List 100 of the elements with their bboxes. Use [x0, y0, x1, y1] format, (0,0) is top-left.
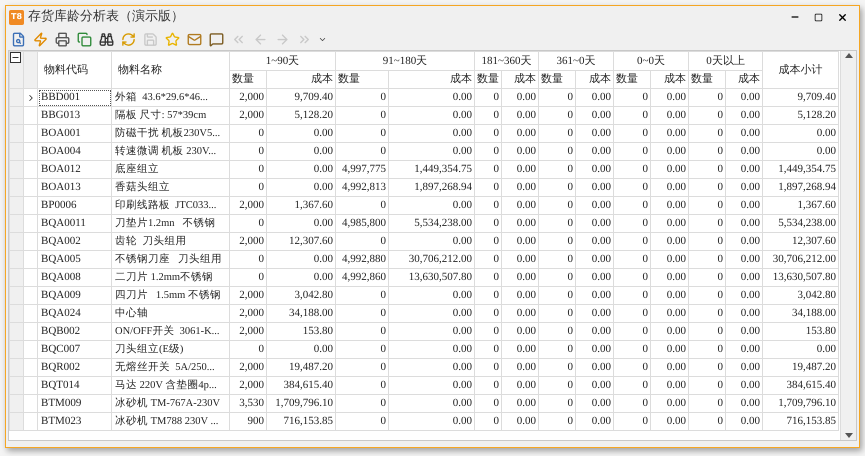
table-cell: 0.00 — [576, 88, 614, 106]
table-cell: 0.00 — [726, 124, 762, 142]
table-cell: 0.00 — [502, 214, 538, 232]
scrollbar[interactable] — [840, 51, 856, 440]
table-cell: 0.00 — [726, 106, 762, 124]
table-cell: BBG013 — [38, 106, 112, 124]
table-cell: 0.00 — [650, 142, 688, 160]
table-cell: 0 — [474, 340, 502, 358]
table-cell: 0 — [538, 250, 576, 268]
table-cell: 0 — [688, 286, 726, 304]
table-cell: 0 — [688, 358, 726, 376]
table-cell: 1,449,354.75 — [388, 160, 474, 178]
table-cell: 0 — [688, 160, 726, 178]
table-cell: 0.00 — [576, 232, 614, 250]
table-cell: 0 — [688, 376, 726, 394]
table-cell: 0 — [230, 250, 266, 268]
table-cell: 0 — [688, 124, 726, 142]
table-cell: 0.00 — [502, 124, 538, 142]
table-cell: 12,307.60 — [266, 232, 336, 250]
table-cell: BQA002 — [38, 232, 112, 250]
preview-icon[interactable] — [10, 30, 27, 48]
table-cell: 0 — [688, 142, 726, 160]
table-cell: 香菇头组立 — [112, 178, 230, 196]
binoculars-icon[interactable] — [98, 30, 115, 48]
table-cell: 0 — [614, 394, 650, 412]
table-cell: 0.00 — [726, 286, 762, 304]
table-cell: 0.00 — [266, 178, 336, 196]
table-cell: 2,000 — [230, 196, 266, 214]
table-cell: 0 — [474, 142, 502, 160]
table-cell: 0 — [614, 358, 650, 376]
table-cell: 34,188.00 — [762, 304, 838, 322]
table-cell: 0 — [688, 214, 726, 232]
table-cell: 0.00 — [388, 106, 474, 124]
table-cell: 30,706,212.00 — [762, 250, 838, 268]
table-cell: 0.00 — [576, 322, 614, 340]
column-header: 数量 — [614, 70, 650, 88]
table-cell: 0.00 — [266, 214, 336, 232]
table-cell: 0.00 — [576, 340, 614, 358]
table-cell: 0.00 — [266, 124, 336, 142]
table-cell: 0.00 — [266, 340, 336, 358]
table-cell: 4,997,775 — [336, 160, 388, 178]
column-group-header: 361~0天 — [538, 52, 614, 70]
table-cell: 0 — [538, 322, 576, 340]
table-cell: 9,709.40 — [266, 88, 336, 106]
table-cell: 0 — [336, 142, 388, 160]
table-cell: 0 — [614, 88, 650, 106]
scroll-up-icon[interactable] — [844, 53, 852, 58]
print-icon[interactable] — [54, 30, 71, 48]
table-cell: 34,188.00 — [266, 304, 336, 322]
table-cell: 0.00 — [502, 304, 538, 322]
table-cell: 0 — [614, 196, 650, 214]
table-cell: 0 — [336, 232, 388, 250]
table-cell: BOA013 — [38, 178, 112, 196]
table-cell: 0.00 — [650, 304, 688, 322]
collapse-icon[interactable] — [10, 52, 21, 63]
column-header: 成本 — [388, 70, 474, 88]
column-header: 成本 — [726, 70, 762, 88]
table-cell: 0.00 — [502, 268, 538, 286]
table-cell: 0.00 — [576, 178, 614, 196]
table-cell: 0 — [538, 268, 576, 286]
table-cell: 0 — [538, 196, 576, 214]
table-cell: 0.00 — [388, 124, 474, 142]
table-cell: 0 — [538, 106, 576, 124]
app-logo: T8 — [9, 10, 24, 24]
column-header: 数量 — [336, 70, 388, 88]
table-cell: 0 — [614, 376, 650, 394]
table-cell: 0.00 — [502, 394, 538, 412]
table-cell: 0 — [474, 376, 502, 394]
table-cell: 0.00 — [726, 250, 762, 268]
table-cell: 900 — [230, 412, 266, 430]
table-cell: 0 — [538, 358, 576, 376]
scroll-down-icon[interactable] — [844, 433, 852, 438]
table-cell: 二刀片 1.2mm不锈钢 — [112, 268, 230, 286]
table-cell: 0.00 — [388, 286, 474, 304]
table-cell: 0.00 — [388, 232, 474, 250]
table-cell: 马达 220V 含垫圈4p... — [112, 376, 230, 394]
table-cell: 0.00 — [502, 88, 538, 106]
lightning-icon[interactable] — [32, 30, 49, 48]
table-cell: 0.00 — [650, 376, 688, 394]
table-cell: 5,128.20 — [762, 106, 838, 124]
column-header: 成本 — [266, 70, 336, 88]
table-cell: BQR002 — [38, 358, 112, 376]
table-cell: 无熔丝开关 5A/250... — [112, 358, 230, 376]
table-cell: 防磁干扰 机板230V5... — [112, 124, 230, 142]
table-cell: 1,897,268.94 — [762, 178, 838, 196]
table-cell: 0.00 — [576, 394, 614, 412]
table-cell: BOA004 — [38, 142, 112, 160]
table-cell: 0.00 — [650, 394, 688, 412]
table-cell: 0.00 — [726, 322, 762, 340]
table-cell: 0 — [614, 124, 650, 142]
table-cell: 384,615.40 — [266, 376, 336, 394]
speech-bubble-icon[interactable] — [208, 30, 225, 48]
window-title: 存货库龄分析表（演示版） — [28, 8, 184, 26]
table-cell: 2,000 — [230, 88, 266, 106]
star-icon[interactable] — [164, 30, 181, 48]
table-cell: 0 — [538, 394, 576, 412]
table-cell: 3,530 — [230, 394, 266, 412]
table-cell: 384,615.40 — [762, 376, 838, 394]
table-cell: 0 — [336, 412, 388, 430]
copy-icon[interactable] — [76, 30, 93, 48]
